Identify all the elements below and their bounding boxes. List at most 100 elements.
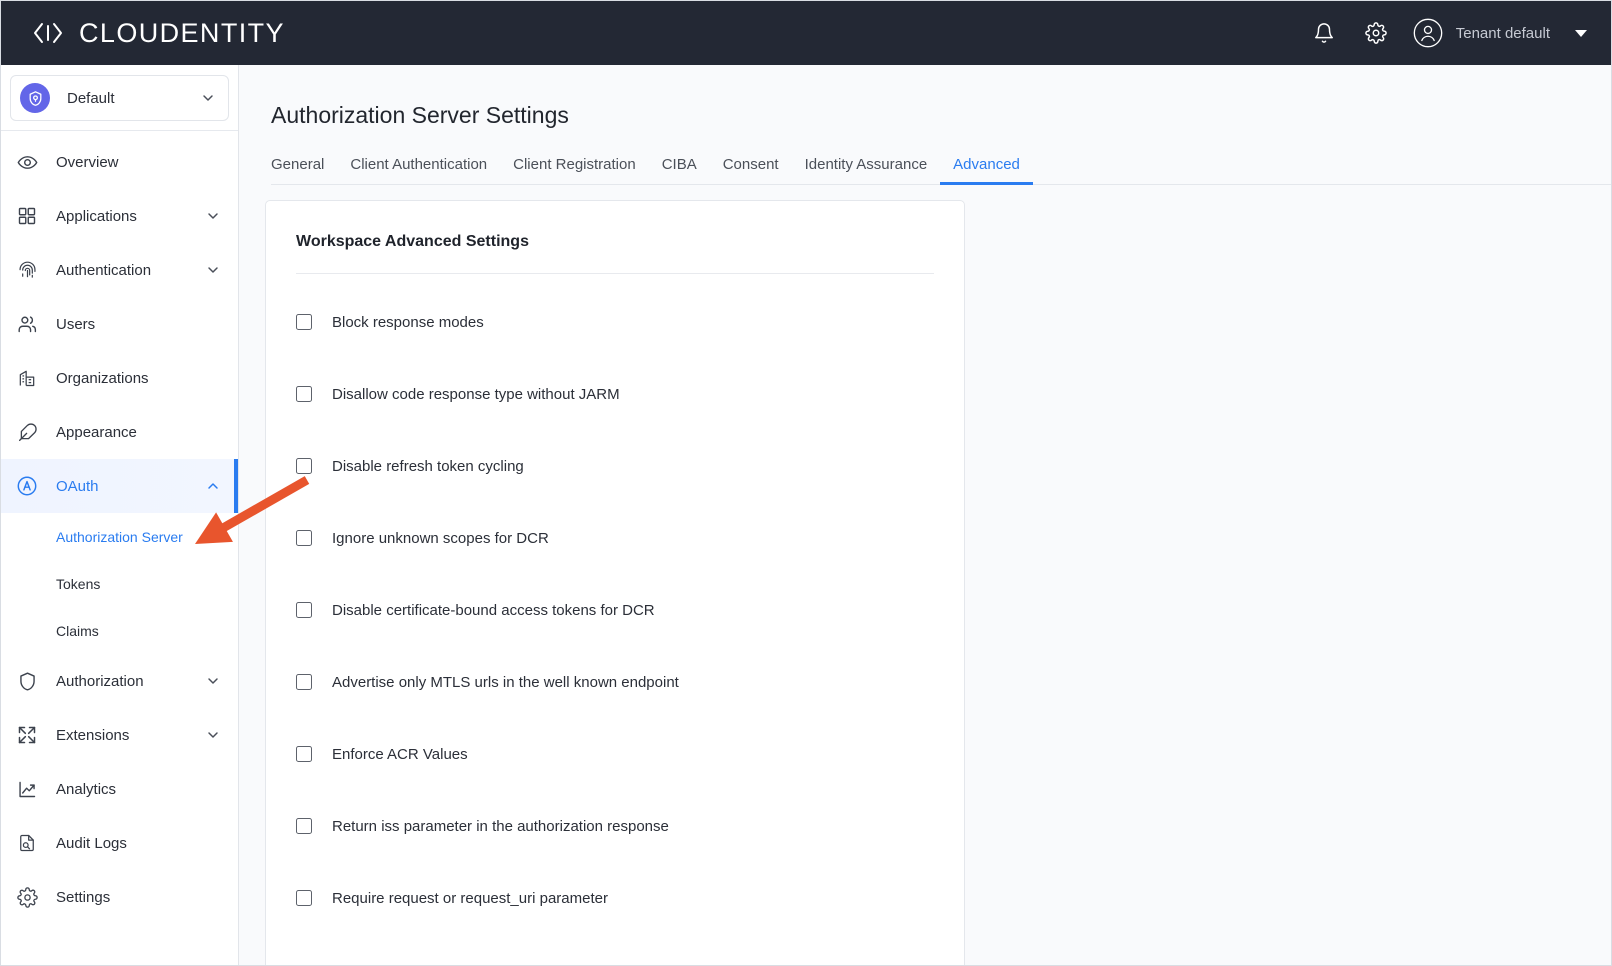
sidebar-subitem-tokens[interactable]: Tokens — [1, 560, 238, 607]
grid-icon — [15, 204, 39, 228]
users-icon — [15, 312, 39, 336]
checkbox-unchecked-icon[interactable] — [296, 386, 312, 402]
sidebar-item-extensions[interactable]: Extensions — [1, 708, 238, 762]
chevron-up-icon[interactable] — [205, 478, 221, 494]
feather-icon — [15, 420, 39, 444]
checkbox-row-advertise-only-mtls-urls[interactable]: Advertise only MTLS urls in the well kno… — [296, 668, 934, 696]
shield-lock-icon — [20, 83, 50, 113]
checkbox-row-enforce-acr-values[interactable]: Enforce ACR Values — [296, 740, 934, 768]
workspace-selector-wrap: Default — [1, 65, 238, 131]
checkbox-unchecked-icon[interactable] — [296, 890, 312, 906]
sidebar-item-label: Overview — [56, 153, 119, 171]
sidebar-item-label: Analytics — [56, 780, 117, 798]
tab-client-authentication[interactable]: Client Authentication — [337, 156, 500, 184]
page-title: Authorization Server Settings — [271, 102, 569, 128]
checkbox-row-disable-certificate-bound-access-tokens-for-dcr[interactable]: Disable certificate-bound access tokens … — [296, 596, 934, 624]
checkbox-label: Disable certificate-bound access tokens … — [332, 601, 655, 619]
checkbox-label: Return iss parameter in the authorizatio… — [332, 817, 669, 835]
eye-icon — [15, 150, 39, 174]
fingerprint-icon — [15, 258, 39, 282]
sidebar-item-label: Organizations — [56, 369, 149, 387]
sidebar-item-appearance[interactable]: Appearance — [1, 405, 238, 459]
tab-advanced[interactable]: Advanced — [940, 156, 1033, 185]
chevron-down-icon[interactable] — [205, 727, 221, 743]
checkbox-unchecked-icon[interactable] — [296, 458, 312, 474]
shield-icon — [15, 669, 39, 693]
workspace-name: Default — [67, 89, 115, 107]
sidebar-item-oauth[interactable]: OAuth — [1, 459, 238, 513]
settings-tabs: General Client Authentication Client Reg… — [271, 148, 1611, 185]
header-actions: Tenant default — [1309, 18, 1587, 48]
main-content: Authorization Server Settings General Cl… — [240, 65, 1611, 965]
workspace-advanced-settings-card: Workspace Advanced Settings Block respon… — [265, 200, 965, 965]
user-avatar-icon — [1413, 18, 1443, 48]
checkbox-label: Disable refresh token cycling — [332, 457, 524, 475]
caret-down-icon[interactable] — [1575, 29, 1587, 37]
sidebar-nav: Overview Applications Authentication Use… — [1, 131, 238, 924]
chevron-down-icon[interactable] — [205, 208, 221, 224]
checkbox-label: Disallow code response type without JARM — [332, 385, 620, 403]
sidebar-item-label: Applications — [56, 207, 137, 225]
brand-name: CLOUDENTITY — [79, 17, 285, 48]
expand-arrows-icon — [15, 723, 39, 747]
chevron-down-icon[interactable] — [200, 90, 216, 106]
sidebar-subitem-authorization-server[interactable]: Authorization Server — [1, 513, 238, 560]
checkbox-row-disable-refresh-token-cycling[interactable]: Disable refresh token cycling — [296, 452, 934, 480]
chevron-down-icon[interactable] — [205, 262, 221, 278]
checkbox-row-ignore-unknown-scopes-for-dcr[interactable]: Ignore unknown scopes for DCR — [296, 524, 934, 552]
card-divider — [296, 273, 934, 274]
tab-client-registration[interactable]: Client Registration — [500, 156, 649, 184]
code-brackets-icon — [31, 20, 65, 46]
checkbox-label: Block response modes — [332, 313, 484, 331]
checkbox-label: Enforce ACR Values — [332, 745, 468, 763]
gear-icon[interactable] — [1361, 18, 1391, 48]
checkbox-unchecked-icon[interactable] — [296, 530, 312, 546]
sidebar-item-applications[interactable]: Applications — [1, 189, 238, 243]
bell-icon[interactable] — [1309, 18, 1339, 48]
sidebar-item-overview[interactable]: Overview — [1, 135, 238, 189]
sidebar-subitem-claims[interactable]: Claims — [1, 607, 238, 654]
sidebar: Default Overview Applications Authentica… — [1, 65, 239, 965]
sidebar-item-label: Audit Logs — [56, 834, 127, 852]
brand-logo[interactable]: CLOUDENTITY — [31, 17, 285, 48]
checkbox-unchecked-icon[interactable] — [296, 746, 312, 762]
sidebar-item-authentication[interactable]: Authentication — [1, 243, 238, 297]
chart-line-icon — [15, 777, 39, 801]
checkbox-unchecked-icon[interactable] — [296, 602, 312, 618]
tab-consent[interactable]: Consent — [710, 156, 792, 184]
gear-icon — [15, 885, 39, 909]
checkbox-unchecked-icon[interactable] — [296, 674, 312, 690]
building-icon — [15, 366, 39, 390]
checkbox-label: Require request or request_uri parameter — [332, 889, 608, 907]
sidebar-item-organizations[interactable]: Organizations — [1, 351, 238, 405]
checkbox-row-require-request-or-request-uri[interactable]: Require request or request_uri parameter — [296, 884, 934, 912]
tab-identity-assurance[interactable]: Identity Assurance — [792, 156, 941, 184]
document-search-icon — [15, 831, 39, 855]
checkbox-unchecked-icon[interactable] — [296, 314, 312, 330]
sidebar-item-label: Authorization — [56, 672, 144, 690]
sidebar-item-analytics[interactable]: Analytics — [1, 762, 238, 816]
tab-general[interactable]: General — [271, 156, 337, 184]
sidebar-item-settings[interactable]: Settings — [1, 870, 238, 924]
card-title: Workspace Advanced Settings — [296, 233, 529, 250]
tenant-selector[interactable]: Tenant default — [1413, 18, 1587, 48]
checkbox-row-return-iss-parameter[interactable]: Return iss parameter in the authorizatio… — [296, 812, 934, 840]
sidebar-item-label: OAuth — [56, 477, 99, 495]
sidebar-item-authorization[interactable]: Authorization — [1, 654, 238, 708]
chevron-down-icon[interactable] — [205, 673, 221, 689]
oauth-circle-a-icon — [15, 474, 39, 498]
workspace-selector[interactable]: Default — [10, 75, 229, 121]
checkbox-label: Advertise only MTLS urls in the well kno… — [332, 673, 679, 691]
tab-ciba[interactable]: CIBA — [649, 156, 710, 184]
sidebar-item-audit-logs[interactable]: Audit Logs — [1, 816, 238, 870]
sidebar-item-label: Settings — [56, 888, 111, 906]
checkbox-unchecked-icon[interactable] — [296, 818, 312, 834]
sidebar-item-label: Extensions — [56, 726, 130, 744]
sidebar-item-label: Users — [56, 315, 96, 333]
checkbox-row-disallow-code-response-type-without-jarm[interactable]: Disallow code response type without JARM — [296, 380, 934, 408]
sidebar-item-users[interactable]: Users — [1, 297, 238, 351]
app-root: CLOUDENTITY Tenant default Default Overv… — [0, 0, 1612, 966]
checkbox-row-block-response-modes[interactable]: Block response modes — [296, 308, 934, 336]
sidebar-item-label: Appearance — [56, 423, 137, 441]
checkbox-label: Ignore unknown scopes for DCR — [332, 529, 549, 547]
